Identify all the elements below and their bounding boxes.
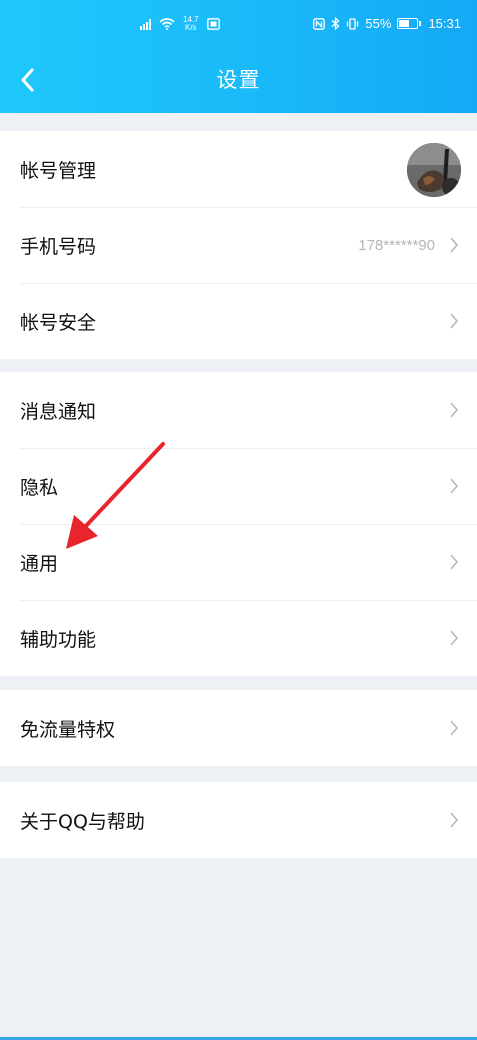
- privacy-item[interactable]: 隐私: [0, 448, 477, 524]
- about-help-item[interactable]: 关于QQ与帮助: [0, 782, 477, 858]
- chevron-right-icon: [450, 812, 459, 828]
- message-notification-item[interactable]: 消息通知: [0, 372, 477, 448]
- account-group: 帐号管理 手机号码 178******90 帐号安全: [0, 131, 477, 359]
- avatar-image: [407, 143, 461, 197]
- battery-percent: 55%: [365, 16, 392, 31]
- battery-fill: [399, 20, 409, 27]
- account-management-label: 帐号管理: [20, 159, 97, 182]
- vibrate-icon: [347, 17, 359, 30]
- phone-number-item[interactable]: 手机号码 178******90: [0, 207, 477, 283]
- system-indicators: 55% 15:31: [313, 16, 461, 31]
- chevron-right-icon: [450, 554, 459, 570]
- status-bar: 14.7 K/s 55% 15:31: [0, 10, 477, 38]
- account-management-item[interactable]: 帐号管理: [0, 131, 477, 207]
- message-notification-label: 消息通知: [20, 400, 97, 423]
- account-security-item[interactable]: 帐号安全: [0, 283, 477, 359]
- free-data-privilege-item[interactable]: 免流量特权: [0, 690, 477, 766]
- top-bar: 14.7 K/s 55% 15:31 设置: [0, 0, 477, 113]
- avatar[interactable]: [407, 143, 461, 197]
- general-label: 通用: [20, 552, 59, 575]
- notification-icon: [206, 18, 220, 30]
- phone-number-value: 178******90: [358, 236, 435, 254]
- network-indicators: 14.7 K/s: [140, 16, 220, 32]
- general-item[interactable]: 通用: [0, 524, 477, 600]
- about-group: 关于QQ与帮助: [0, 782, 477, 858]
- chevron-right-icon: [450, 313, 459, 329]
- battery-icon: [397, 18, 422, 29]
- nfc-icon: [313, 17, 326, 30]
- chevron-right-icon: [450, 720, 459, 736]
- phone-number-label: 手机号码: [20, 235, 97, 258]
- cellular-signal-icon: [140, 18, 151, 30]
- free-data-privilege-label: 免流量特权: [20, 718, 116, 741]
- network-speed-unit: K/s: [185, 23, 197, 32]
- clock: 15:31: [428, 16, 461, 31]
- preferences-group: 消息通知 隐私 通用 辅助功能: [0, 372, 477, 676]
- account-security-label: 帐号安全: [20, 311, 97, 334]
- bluetooth-icon: [332, 17, 340, 30]
- accessibility-label: 辅助功能: [20, 628, 97, 651]
- data-free-group: 免流量特权: [0, 690, 477, 766]
- chevron-right-icon: [450, 237, 459, 253]
- wifi-icon: [159, 18, 175, 30]
- about-help-label: 关于QQ与帮助: [20, 810, 145, 833]
- privacy-label: 隐私: [20, 476, 59, 499]
- chevron-right-icon: [450, 402, 459, 418]
- chevron-right-icon: [450, 478, 459, 494]
- page-title: 设置: [216, 68, 261, 92]
- network-speed: 14.7 K/s: [183, 16, 199, 32]
- accessibility-item[interactable]: 辅助功能: [0, 600, 477, 676]
- chevron-right-icon: [450, 630, 459, 646]
